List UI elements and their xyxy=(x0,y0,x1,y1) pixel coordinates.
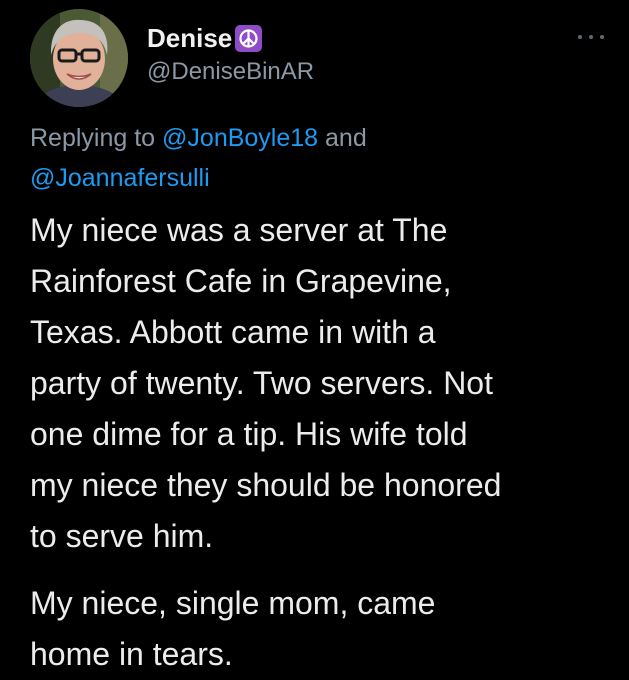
display-name[interactable]: Denise xyxy=(147,23,232,53)
avatar[interactable] xyxy=(30,9,128,107)
tweet-paragraph: My niece was a server at The Rainforest … xyxy=(30,212,502,554)
replying-to-label: Replying to xyxy=(30,124,156,152)
user-handle[interactable]: @DeniseBinAR xyxy=(147,58,314,86)
tweet-text: My niece was a server at The Rainforest … xyxy=(30,205,620,680)
profile-photo-icon xyxy=(30,9,128,107)
dot xyxy=(589,35,593,39)
mention-link[interactable]: @Joannafersulli xyxy=(30,164,210,192)
tweet-paragraph: My niece, single mom, came home in tears… xyxy=(30,585,436,672)
peace-sign-icon xyxy=(235,24,263,52)
replying-to-and: and xyxy=(325,124,367,152)
tweet: Denise @DeniseBinAR Replying to @JonBoyl… xyxy=(0,0,629,676)
mention-link[interactable]: @JonBoyle18 xyxy=(162,124,318,152)
name-row: Denise xyxy=(147,22,263,54)
ellipsis-icon[interactable] xyxy=(578,32,604,42)
dot xyxy=(578,35,582,39)
dot xyxy=(600,35,604,39)
replying-to: Replying to @JonBoyle18 and @Joannafersu… xyxy=(30,118,610,198)
